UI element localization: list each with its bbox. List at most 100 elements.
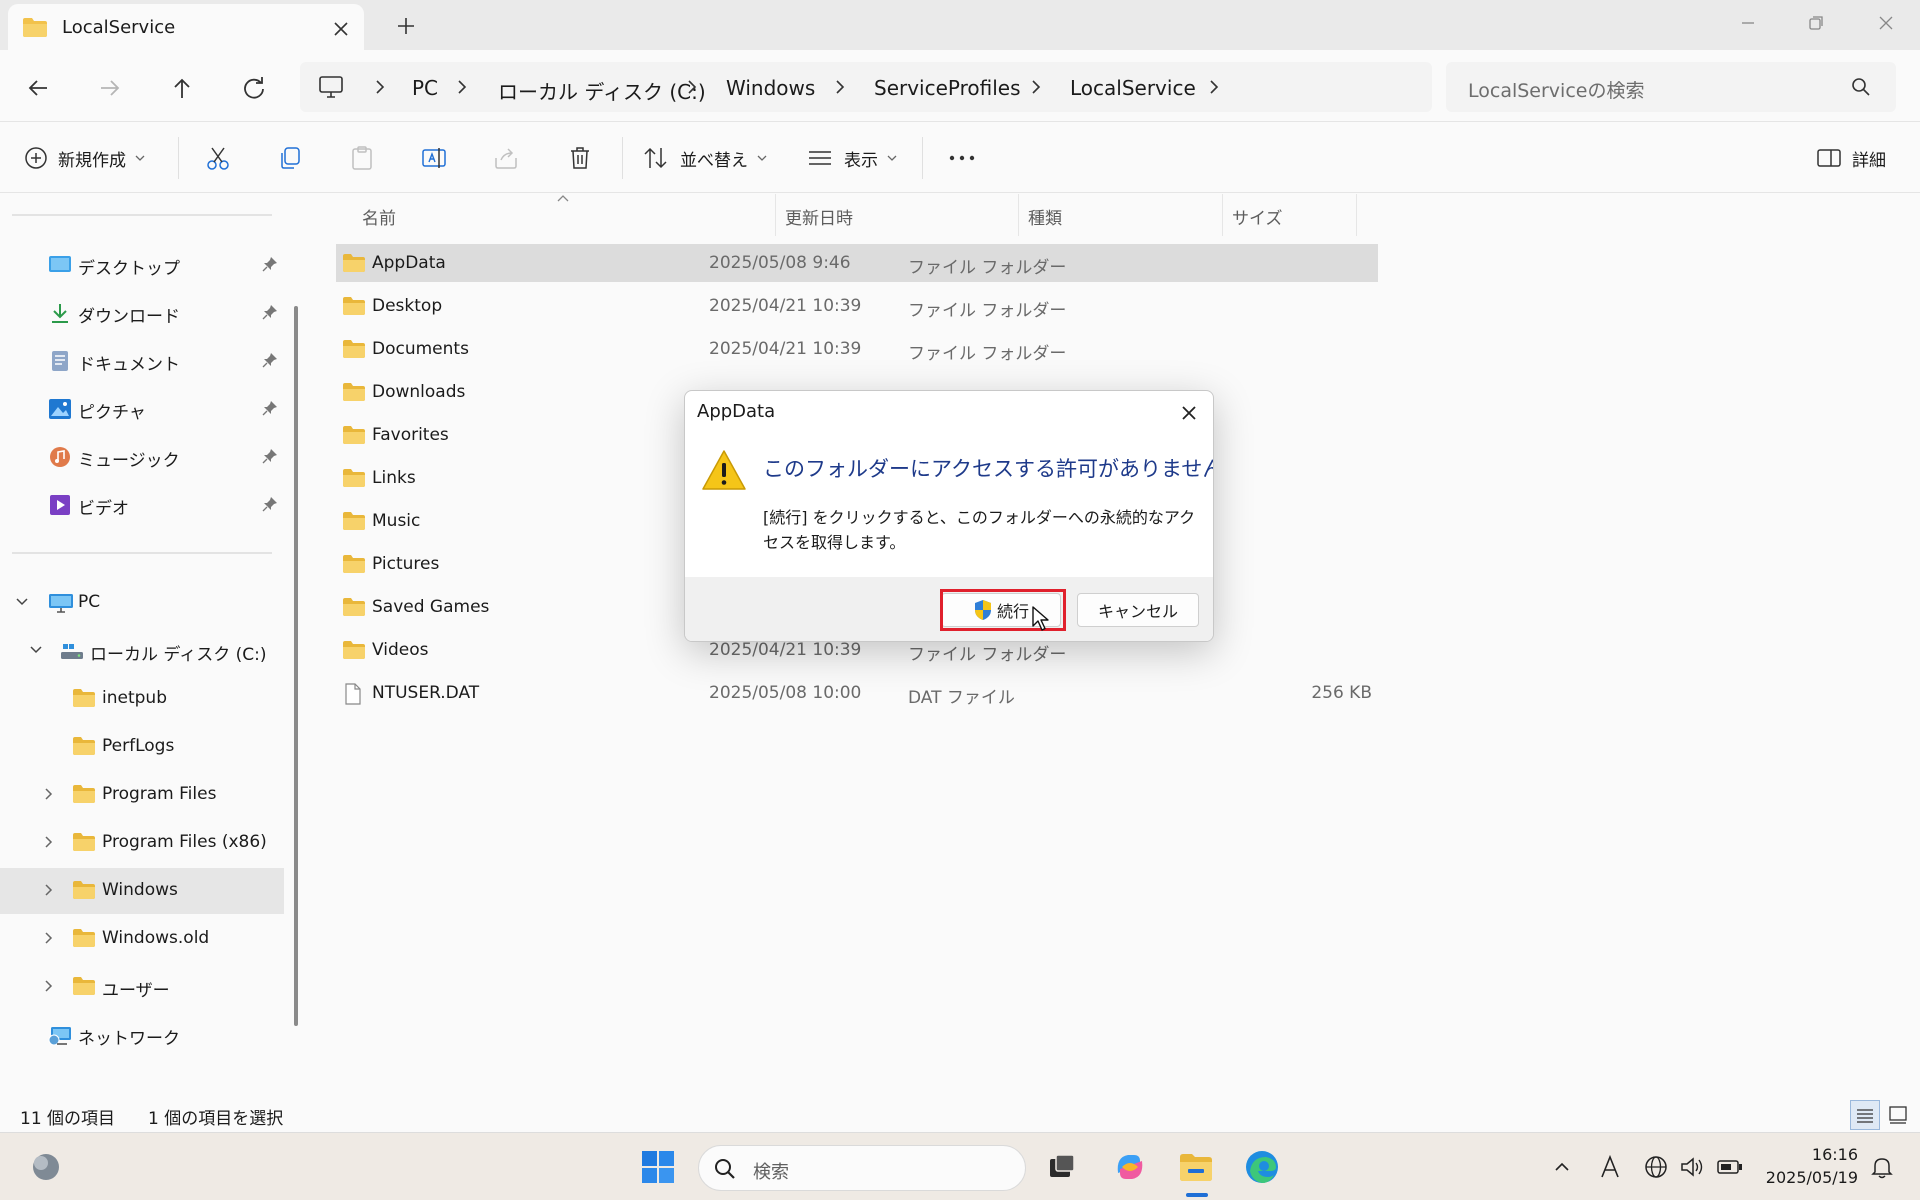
cancel-button[interactable]: キャンセル <box>1077 593 1199 627</box>
volume-icon[interactable] <box>1678 1153 1706 1181</box>
close-window-icon[interactable] <box>1866 8 1906 38</box>
battery-icon[interactable] <box>1716 1153 1744 1181</box>
sidebar-item-program-files-x86[interactable]: Program Files (x86) <box>0 820 284 866</box>
details-view-icon[interactable] <box>1850 1100 1880 1130</box>
pin-icon[interactable] <box>262 400 278 416</box>
sidebar-item-windows[interactable]: Windows <box>0 868 284 914</box>
table-row[interactable]: Documents 2025/04/21 10:39 ファイル フォルダー <box>336 330 1378 368</box>
new-tab-icon[interactable] <box>392 12 420 40</box>
paste-icon <box>348 144 376 172</box>
search-icon[interactable] <box>1850 76 1872 98</box>
breadcrumb-pc[interactable]: PC <box>412 76 438 100</box>
sidebar-item-music[interactable]: ミュージック <box>0 434 284 480</box>
breadcrumb-windows[interactable]: Windows <box>726 76 815 100</box>
view-button[interactable]: 表示 <box>806 141 898 175</box>
column-header-size[interactable]: サイズ <box>1232 204 1283 229</box>
sidebar-item-windows-old[interactable]: Windows.old <box>0 916 284 962</box>
address-bar[interactable]: PC ローカル ディスク (C:) Windows ServiceProfile… <box>300 62 1432 112</box>
chevron-down-icon[interactable] <box>14 594 30 610</box>
tab-localservice[interactable]: LocalService <box>8 4 364 50</box>
chevron-right-icon[interactable] <box>40 930 56 946</box>
sidebar-item-desktop[interactable]: デスクトップ <box>0 242 284 288</box>
delete-button[interactable] <box>566 141 594 175</box>
breadcrumb-serviceprofiles[interactable]: ServiceProfiles <box>874 76 1021 100</box>
file-type: ファイル フォルダー <box>908 344 1067 364</box>
pin-icon[interactable] <box>262 304 278 320</box>
pin-icon[interactable] <box>262 448 278 464</box>
copy-button[interactable] <box>276 141 304 175</box>
column-divider[interactable] <box>1356 194 1357 236</box>
sidebar-scrollbar[interactable] <box>294 306 298 1026</box>
sidebar-item-inetpub[interactable]: inetpub <box>0 676 284 722</box>
new-button[interactable]: 新規作成 <box>24 141 146 175</box>
sidebar-item-documents[interactable]: ドキュメント <box>0 338 284 384</box>
notification-bell-icon[interactable] <box>1868 1153 1896 1181</box>
column-header-type[interactable]: 種類 <box>1028 204 1062 229</box>
search-box[interactable]: LocalServiceの検索 <box>1446 62 1896 112</box>
column-header-name[interactable]: 名前 <box>362 204 396 229</box>
back-arrow-icon[interactable] <box>20 70 56 106</box>
sidebar-item-program-files[interactable]: Program Files <box>0 772 284 818</box>
minimize-icon[interactable] <box>1728 8 1768 38</box>
chevron-right-icon[interactable] <box>452 76 472 98</box>
up-arrow-icon[interactable] <box>164 70 200 106</box>
taskbar-search[interactable]: 検索 <box>698 1145 1026 1191</box>
edge-icon[interactable] <box>1242 1147 1282 1187</box>
chevron-right-icon[interactable] <box>40 834 56 850</box>
rename-button[interactable] <box>420 141 448 175</box>
refresh-icon[interactable] <box>236 70 272 106</box>
column-header-modified[interactable]: 更新日時 <box>785 204 853 229</box>
pin-icon[interactable] <box>262 352 278 368</box>
paste-button[interactable] <box>348 141 376 175</box>
table-row[interactable]: Desktop 2025/04/21 10:39 ファイル フォルダー <box>336 287 1378 325</box>
network-globe-icon[interactable] <box>1642 1153 1670 1181</box>
chevron-right-icon[interactable] <box>370 76 390 98</box>
chevron-right-icon[interactable] <box>682 76 702 98</box>
chevron-right-icon[interactable] <box>40 978 56 994</box>
more-options-button[interactable] <box>946 141 978 175</box>
cut-button[interactable] <box>204 141 232 175</box>
ime-icon[interactable] <box>1596 1153 1624 1181</box>
forward-arrow-icon[interactable] <box>92 70 128 106</box>
sidebar-item-pc[interactable]: PC <box>0 580 284 626</box>
start-menu-icon[interactable] <box>638 1147 678 1187</box>
task-view-icon[interactable] <box>1042 1147 1082 1187</box>
sidebar-item-network[interactable]: ネットワーク <box>0 1012 284 1058</box>
restore-icon[interactable] <box>1796 8 1836 38</box>
sidebar-item-pictures[interactable]: ピクチャ <box>0 386 284 432</box>
copilot-icon[interactable] <box>1110 1147 1150 1187</box>
pin-icon[interactable] <box>262 256 278 272</box>
file-date: 2025/04/21 10:39 <box>709 296 862 316</box>
table-row[interactable]: NTUSER.DAT 2025/05/08 10:00 DAT ファイル 256… <box>336 674 1378 712</box>
large-icons-view-icon[interactable] <box>1884 1100 1914 1130</box>
search-input[interactable]: LocalServiceの検索 <box>1468 76 1644 103</box>
column-divider[interactable] <box>1222 194 1223 236</box>
share-button[interactable] <box>492 141 520 175</box>
sort-button[interactable]: 並べ替え <box>642 141 768 175</box>
file-name: Pictures <box>372 554 440 574</box>
sidebar-item-users[interactable]: ユーザー <box>0 964 284 1010</box>
sidebar-item-downloads[interactable]: ダウンロード <box>0 290 284 336</box>
breadcrumb-local-disk[interactable]: ローカル ディスク (C:) <box>498 76 706 105</box>
chevron-right-icon[interactable] <box>40 786 56 802</box>
chevron-right-icon[interactable] <box>40 882 56 898</box>
chevron-right-icon[interactable] <box>1204 76 1224 98</box>
sidebar-item-perflogs[interactable]: PerfLogs <box>0 724 284 770</box>
sidebar-item-videos[interactable]: ビデオ <box>0 482 284 528</box>
table-row[interactable]: AppData 2025/05/08 9:46 ファイル フォルダー <box>336 244 1378 282</box>
chevron-up-icon[interactable] <box>1548 1153 1576 1181</box>
breadcrumb-localservice[interactable]: LocalService <box>1070 76 1196 100</box>
chevron-down-icon[interactable] <box>28 642 44 658</box>
sidebar-item-local-disk[interactable]: ローカル ディスク (C:) <box>0 628 284 674</box>
details-pane-button[interactable]: 詳細 <box>1816 141 1886 175</box>
pin-icon[interactable] <box>262 496 278 512</box>
close-tab-icon[interactable] <box>328 16 354 42</box>
chevron-right-icon[interactable] <box>830 76 850 98</box>
column-divider[interactable] <box>775 194 776 236</box>
file-explorer-icon[interactable] <box>1176 1147 1216 1187</box>
close-icon[interactable] <box>1175 399 1203 427</box>
weather-icon[interactable] <box>26 1147 66 1187</box>
column-divider[interactable] <box>1018 194 1019 236</box>
chevron-right-icon[interactable] <box>1026 76 1046 98</box>
system-clock[interactable]: 16:16 2025/05/19 <box>1758 1143 1858 1189</box>
